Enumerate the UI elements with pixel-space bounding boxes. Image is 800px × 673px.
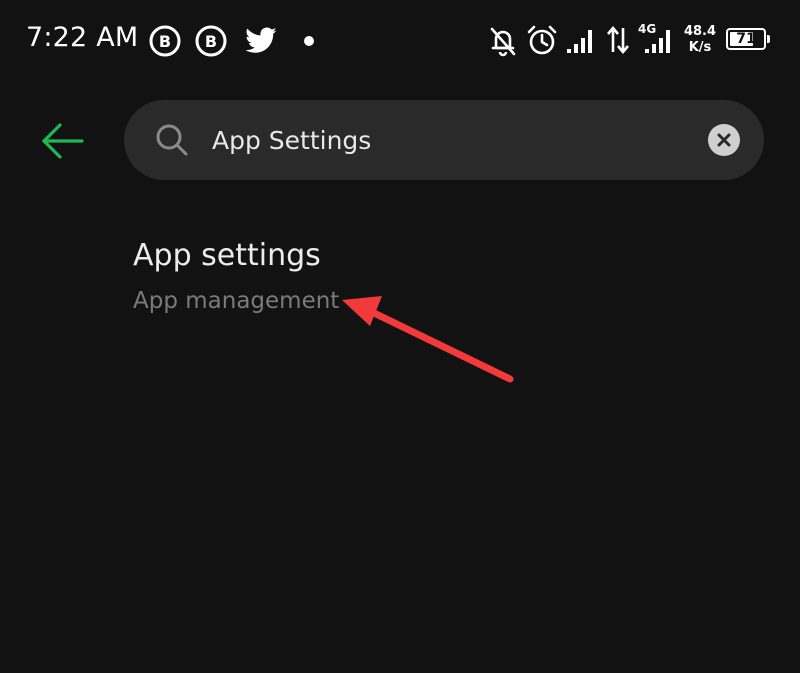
business-b-icon: B	[195, 25, 227, 57]
battery-icon: 71	[726, 28, 770, 50]
signal-bars-icon	[645, 30, 670, 53]
network-speed-value: 48.4	[683, 24, 717, 39]
arrow-left-icon	[42, 123, 84, 159]
alarm-icon	[527, 25, 557, 55]
result-subtitle: App management	[133, 288, 340, 314]
network-speed: 48.4 K/s	[682, 24, 718, 56]
close-circle-icon	[717, 133, 731, 147]
twitter-bird-icon	[245, 27, 277, 53]
app-search-screen: 7:22 AM B B 4G 48.4 K/s 71 App Settings …	[0, 0, 800, 673]
search-result-item[interactable]: App settings App management	[110, 222, 710, 332]
svg-text:B: B	[159, 32, 171, 51]
search-bar[interactable]	[124, 100, 764, 180]
magnifier-icon	[156, 124, 188, 156]
network-speed-unit: K/s	[688, 40, 712, 55]
status-time: 7:22 AM	[26, 22, 139, 53]
status-bar: 7:22 AM B B 4G 48.4 K/s 71	[0, 0, 800, 82]
business-b-icon: B	[149, 25, 181, 57]
clear-search-button[interactable]	[708, 124, 740, 156]
search-input[interactable]	[212, 118, 692, 162]
back-button[interactable]	[30, 112, 94, 170]
result-title: App settings	[133, 238, 321, 273]
battery-level-text: 71	[736, 31, 756, 47]
bell-off-icon	[490, 27, 516, 57]
signal-bars-icon	[567, 30, 592, 53]
svg-text:B: B	[205, 32, 217, 51]
more-dot-icon	[304, 36, 314, 46]
data-arrows-icon	[607, 25, 629, 55]
